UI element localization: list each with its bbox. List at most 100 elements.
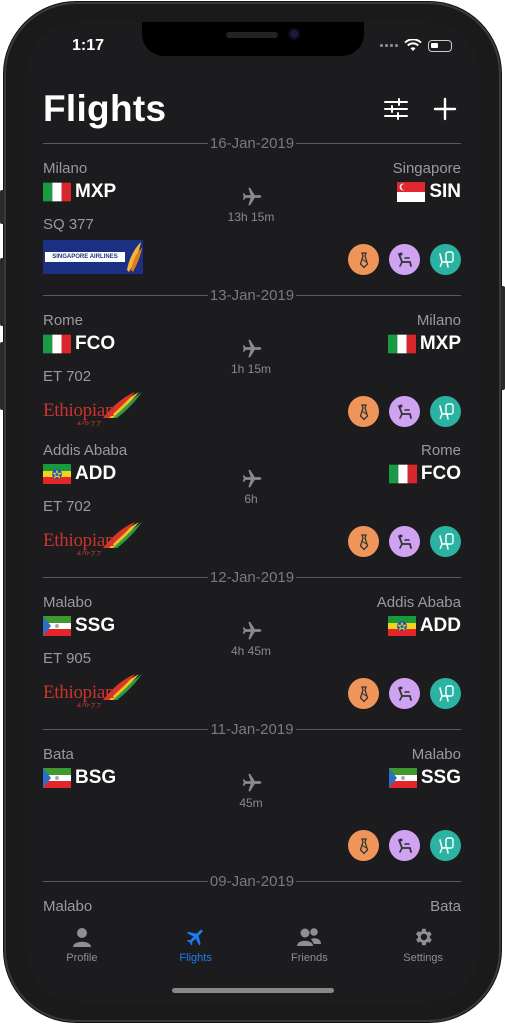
destination-city: Rome — [420, 442, 461, 459]
date-separator: 11-Jan-2019 — [43, 718, 461, 740]
flight-number: ET 702 — [43, 368, 92, 385]
page-title: Flights — [43, 88, 167, 129]
origin-airport: BSG — [43, 767, 116, 789]
person-icon — [72, 928, 91, 947]
origin-city: Addis Ababa — [43, 442, 128, 459]
flag-icon — [43, 616, 71, 636]
origin-code: ADD — [75, 463, 117, 484]
tie-badge[interactable] — [348, 526, 379, 557]
home-indicator — [172, 988, 334, 993]
flight-card[interactable]: Milano Singapore MXP SIN 13h 15m SQ 377 SINGAP… — [43, 154, 461, 284]
tie-icon — [359, 685, 368, 702]
flight-badges — [348, 244, 461, 275]
battery-icon — [428, 39, 452, 52]
airplane-icon — [242, 621, 262, 640]
flight-duration: 13h 15m — [227, 210, 275, 224]
origin-code: SSG — [75, 615, 116, 636]
window-seat-icon — [438, 836, 454, 854]
origin-code: FCO — [75, 333, 116, 354]
date-label: 13-Jan-2019 — [209, 286, 295, 304]
cellular-signal-icon — [380, 44, 398, 47]
window-seat-icon — [438, 250, 454, 268]
notch — [142, 22, 364, 56]
tie-icon — [359, 533, 368, 550]
airplane-icon — [242, 187, 262, 206]
airplane-icon — [242, 339, 262, 358]
flag-icon — [387, 334, 416, 354]
tie-badge[interactable] — [348, 678, 379, 709]
window-seat-badge[interactable] — [430, 526, 461, 557]
date-separator: 16-Jan-2019 — [43, 132, 461, 154]
silent-switch — [0, 190, 4, 224]
flight-card[interactable]: Malabo Bata — [43, 892, 461, 918]
tab-settings[interactable]: Settings — [366, 918, 480, 1002]
people-icon — [297, 928, 322, 946]
tie-icon — [359, 251, 368, 268]
plane-icon-wrap — [241, 772, 263, 794]
window-seat-badge[interactable] — [430, 396, 461, 427]
flight-card[interactable]: Bata Malabo BSG SSG 45m — [43, 740, 461, 870]
airplane-icon — [242, 469, 262, 488]
destination-city: Singapore — [392, 160, 461, 177]
flight-card[interactable]: Rome Milano FCO MXP 1h 15m ET 702 Ethiopian ፊሳነ… — [43, 306, 461, 436]
tie-icon — [359, 837, 368, 854]
flight-badges — [348, 678, 461, 709]
power-button — [501, 286, 505, 390]
origin-airport: FCO — [43, 333, 115, 355]
destination-city: Milano — [416, 312, 461, 329]
flight-card[interactable]: Malabo Addis Ababa SSG ADD 4h 45m ET 905 Ethio… — [43, 588, 461, 718]
app-screen: 1:17 Flights 16-Jan-2019 Milano Singapore M… — [25, 22, 480, 1002]
plus-icon[interactable] — [432, 96, 458, 122]
plane-icon-wrap — [241, 620, 263, 642]
date-label: 09-Jan-2019 — [209, 872, 295, 890]
flag-icon — [43, 464, 71, 484]
flight-duration: 1h 15m — [230, 362, 272, 376]
seat-badge[interactable] — [389, 244, 420, 275]
date-separator: 12-Jan-2019 — [43, 566, 461, 588]
plane-icon-wrap — [241, 338, 263, 360]
flight-badges — [348, 526, 461, 557]
destination-airport: MXP — [387, 333, 461, 355]
window-seat-badge[interactable] — [430, 678, 461, 709]
origin-city: Rome — [43, 312, 84, 329]
camera-icon — [288, 28, 300, 40]
window-seat-icon — [438, 532, 454, 550]
tab-profile[interactable]: Profile — [25, 918, 139, 1002]
seat-badge[interactable] — [389, 678, 420, 709]
origin-code: MXP — [75, 181, 117, 202]
tie-badge[interactable] — [348, 830, 379, 861]
date-separator: 09-Jan-2019 — [43, 870, 461, 892]
flight-card[interactable]: Addis Ababa Rome ADD FCO 6h ET 702 Ethiopian ፊሳ… — [43, 436, 461, 566]
destination-city: Addis Ababa — [376, 594, 461, 611]
status-time: 1:17 — [72, 37, 105, 54]
sliders-icon[interactable] — [383, 96, 409, 122]
origin-city: Malabo — [43, 594, 93, 611]
flag-icon — [388, 768, 417, 788]
singapore-airlines-logo: SINGAPORE AIRLINES — [43, 240, 143, 274]
seat-icon — [397, 404, 412, 419]
flight-duration: 4h 45m — [230, 644, 272, 658]
plane-icon-wrap — [241, 186, 263, 208]
flight-number: ET 702 — [43, 498, 92, 515]
destination-city: Malabo — [411, 746, 461, 763]
window-seat-badge[interactable] — [430, 830, 461, 861]
flag-icon — [43, 768, 71, 788]
tie-badge[interactable] — [348, 244, 379, 275]
flight-number: SQ 377 — [43, 216, 94, 233]
date-label: 16-Jan-2019 — [209, 134, 295, 152]
seat-badge[interactable] — [389, 526, 420, 557]
ethiopian-airlines-logo: Ethiopian ፊሳነ፡ፓፓ — [43, 522, 143, 557]
origin-city: Malabo — [43, 898, 93, 915]
tab-flights-label: Flights — [179, 952, 212, 964]
volume-down-button — [0, 342, 4, 410]
seat-badge[interactable] — [389, 830, 420, 861]
seat-icon — [397, 534, 412, 549]
destination-code: MXP — [419, 333, 461, 354]
tie-badge[interactable] — [348, 396, 379, 427]
seat-icon — [397, 686, 412, 701]
seat-badge[interactable] — [389, 396, 420, 427]
seat-icon — [397, 838, 412, 853]
flight-list[interactable]: 16-Jan-2019 Milano Singapore MXP SIN 13h 15m S… — [43, 132, 461, 918]
window-seat-badge[interactable] — [430, 244, 461, 275]
origin-airport: MXP — [43, 181, 116, 203]
